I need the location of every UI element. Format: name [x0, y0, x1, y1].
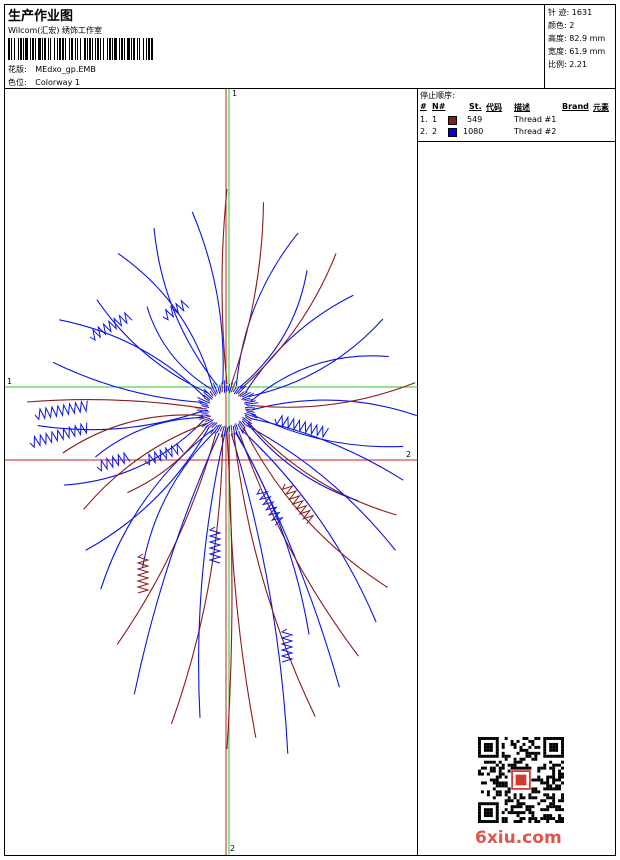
- col-code: 代码: [486, 103, 502, 112]
- stitch-strand: [228, 433, 257, 738]
- stitch-strand: [52, 361, 203, 404]
- col-num: #: [420, 102, 427, 111]
- stop-sequence-title: 停止顺序:: [420, 91, 455, 100]
- zigzag-patch: [144, 442, 184, 466]
- stop-row-2: 2. 2 1080 Thread #2: [420, 127, 557, 137]
- zigzag-patch: [280, 628, 294, 663]
- design-stats: 针 迹: 1631 颜色: 2 高度: 82.9 mm 宽度: 61.9 mm …: [545, 5, 615, 89]
- col-element: 元素: [593, 103, 609, 112]
- stitch-strand: [153, 228, 219, 387]
- stitch-strand: [230, 202, 265, 385]
- design-file-line: 花版: MEdxo_gp.EMB: [8, 64, 96, 75]
- stitch-strand: [251, 382, 416, 408]
- stat-width: 宽度: 61.9 mm: [548, 47, 606, 56]
- stitch-strand: [85, 426, 210, 551]
- stitch-strand: [243, 427, 388, 588]
- embroidery-artwork: [5, 89, 418, 855]
- design-preview: 1 2 1 2: [5, 89, 418, 855]
- stitch-strand: [251, 399, 418, 417]
- guide-label-h-left: 1: [7, 377, 13, 386]
- guide-label-v-bottom: 2: [230, 844, 236, 853]
- stitch-strand: [146, 306, 212, 390]
- guide-label-v-top: 1: [232, 89, 238, 98]
- watermark: 6xiu.com: [475, 828, 562, 848]
- stat-stitches: 针 迹: 1631: [548, 8, 593, 17]
- zigzag-patch: [136, 553, 150, 594]
- stitch-strand: [170, 433, 224, 725]
- zigzag-patch: [96, 451, 131, 472]
- stitch-strand: [27, 399, 203, 409]
- header-info: 生产作业图 Wilcom(汇宏) 绣饰工作室 花版: MEdxo_gp.EMB …: [5, 5, 545, 89]
- center-stitch: [226, 426, 229, 435]
- col-stitches: St.: [469, 102, 482, 111]
- stat-colors: 颜色: 2: [548, 21, 575, 30]
- center-stitch: [221, 382, 223, 392]
- stitch-strand: [127, 424, 209, 494]
- stitch-strand: [233, 432, 316, 717]
- stop-row-1: 1. 1 549 Thread #1: [420, 115, 557, 125]
- col-needle: N#: [432, 102, 446, 111]
- stitch-strand: [239, 270, 308, 388]
- center-stitch: [217, 386, 221, 395]
- center-stitch: [244, 407, 256, 409]
- stitch-strand: [230, 433, 289, 754]
- stitch-strand: [133, 432, 220, 695]
- thread-swatch-1: [448, 116, 457, 125]
- colorway-label: 色位:: [8, 78, 27, 87]
- center-stitch: [194, 407, 208, 410]
- zigzag-patch: [34, 399, 88, 421]
- company-name: Wilcom(汇宏) 绣饰工作室: [8, 26, 103, 35]
- stitch-strand: [250, 355, 389, 402]
- thread-swatch-2: [448, 128, 457, 137]
- barcode: [8, 38, 153, 60]
- stitch-strand: [245, 294, 354, 393]
- stop-sequence-panel: 停止顺序: # N# St. 代码 描述 Brand 元素 1. 1 549 T…: [418, 89, 615, 142]
- center-stitch: [244, 408, 254, 411]
- stitch-strand: [245, 424, 396, 551]
- qr-code: [478, 737, 564, 823]
- production-sheet: 生产作业图 Wilcom(汇宏) 绣饰工作室 花版: MEdxo_gp.EMB …: [4, 4, 616, 856]
- colorway-line: 色位: Colorway 1: [8, 77, 80, 88]
- col-brand: Brand: [562, 102, 589, 111]
- stitch-strand: [235, 432, 310, 635]
- col-desc: 描述: [514, 103, 530, 112]
- colorway-value: Colorway 1: [35, 78, 80, 87]
- stitch-strand: [250, 417, 404, 481]
- guide-label-h-right: 2: [406, 450, 412, 459]
- sheet-title: 生产作业图: [8, 9, 74, 24]
- stitch-strand: [238, 430, 359, 657]
- design-file: MEdxo_gp.EMB: [35, 65, 96, 74]
- stitch-strand: [191, 211, 224, 385]
- center-stitch: [219, 384, 222, 393]
- stat-scale: 比例: 2.21: [548, 60, 588, 69]
- stitch-strand: [83, 422, 207, 510]
- stat-height: 高度: 82.9 mm: [548, 34, 606, 43]
- design-label: 花版:: [8, 65, 27, 74]
- stitch-strand: [235, 431, 340, 688]
- stitch-strand: [100, 429, 214, 590]
